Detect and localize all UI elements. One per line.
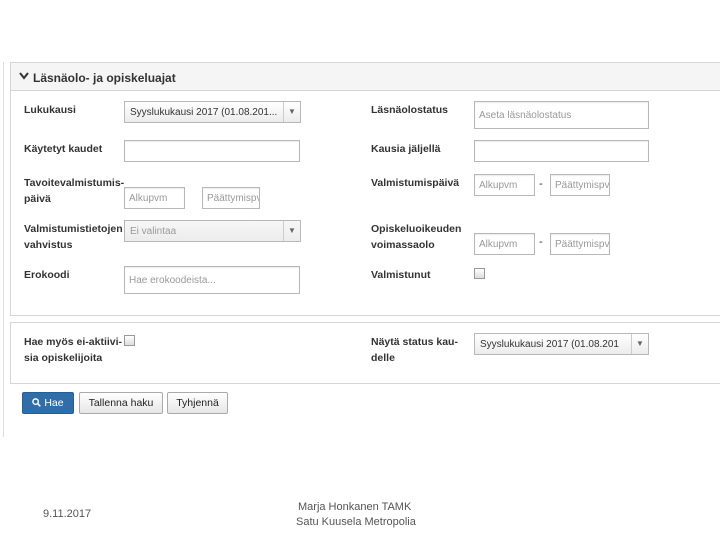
chevron-down-icon: ▼	[283, 221, 300, 241]
footer-author-1: Marja Honkanen TAMK	[298, 501, 412, 513]
opiskeluoikeus-start-input[interactable]: Alkupvm	[474, 233, 535, 255]
valmistunut-checkbox[interactable]	[474, 268, 485, 279]
valmistumispaiva-end-input[interactable]: Päättymispv	[550, 174, 610, 196]
hae-ei-aktiivisia-label: Hae myös ei-aktiivi- sia opiskelijoita	[24, 334, 122, 366]
label-line: Hae myös ei-aktiivi-	[24, 336, 123, 348]
tavoite-start-date-input[interactable]: Alkupvm	[124, 187, 185, 209]
label-line: Valmistumistietojen	[24, 223, 123, 235]
label-line: voimassaolo	[371, 239, 435, 251]
kausia-jaljella-label: Kausia jäljellä	[371, 143, 441, 155]
panel-header[interactable]: Läsnäolo- ja opiskeluajat	[10, 62, 720, 92]
kausia-jaljella-input[interactable]	[474, 140, 649, 162]
footer-date: 9.11.2017	[43, 508, 92, 520]
chevron-down-icon: ▼	[283, 102, 300, 122]
erokoodi-label: Erokoodi	[24, 269, 70, 281]
label-line: vahvistus	[24, 239, 73, 251]
valmistunut-label: Valmistunut	[371, 269, 431, 281]
chevron-down-icon	[19, 72, 29, 80]
lukukausi-value: Syyslukukausi 2017 (01.08.201...	[130, 107, 278, 118]
save-search-button[interactable]: Tallenna haku	[79, 392, 163, 414]
date-range-dash: -	[539, 236, 543, 248]
label-line: sia opiskelijoita	[24, 352, 103, 364]
footer-author-2: Satu Kuusela Metropolia	[296, 516, 416, 528]
panel-title: Läsnäolo- ja opiskeluajat	[33, 71, 176, 85]
opiskeluoikeus-end-input[interactable]: Päättymispv	[550, 233, 610, 255]
erokoodi-search-input[interactable]: Hae erokoodeista...	[124, 266, 300, 294]
valmistumistietojen-vahvistus-label: Valmistumistietojen vahvistus	[24, 221, 123, 253]
search-button[interactable]: Hae	[22, 392, 74, 414]
label-line: Näytä status kau-	[371, 336, 458, 348]
status-semester-value: Syyslukukausi 2017 (01.08.201	[480, 339, 619, 350]
valmistumispaiva-label: Valmistumispäivä	[371, 177, 460, 189]
search-button-label: Hae	[44, 397, 64, 409]
valmistumistiedot-select[interactable]: Ei valintaa ▼	[124, 220, 301, 242]
opiskeluoikeuden-voimassaolo-label: Opiskeluoikeuden voimassaolo	[371, 221, 461, 253]
kaytetyt-kaudet-label: Käytetyt kaudet	[24, 143, 103, 155]
lukukausi-label: Lukukausi	[24, 104, 76, 116]
tavoitevalmistumispaiva-label: Tavoitevalmistumis- päivä	[24, 175, 124, 207]
nayta-status-label: Näytä status kau- delle	[371, 334, 458, 366]
date-range-dash: -	[539, 178, 543, 190]
inactive-students-checkbox[interactable]	[124, 335, 135, 346]
lasnaolostatus-label: Läsnäolostatus	[371, 104, 449, 116]
label-line: päivä	[24, 193, 51, 205]
kaytetyt-kaudet-input[interactable]	[124, 140, 300, 162]
left-border-line	[3, 62, 4, 437]
valmistumispaiva-start-input[interactable]: Alkupvm	[474, 174, 535, 196]
lasnaolostatus-input[interactable]: Aseta läsnäolostatus	[474, 101, 649, 129]
status-semester-select[interactable]: Syyslukukausi 2017 (01.08.201 ▼	[474, 333, 649, 355]
search-icon	[32, 398, 42, 407]
tavoite-end-date-input[interactable]: Päättymispv	[202, 187, 260, 209]
lukukausi-select[interactable]: Syyslukukausi 2017 (01.08.201... ▼	[124, 101, 301, 123]
valmistumistiedot-value: Ei valintaa	[130, 226, 177, 237]
chevron-down-icon: ▼	[631, 334, 648, 354]
label-line: delle	[371, 352, 395, 364]
clear-button[interactable]: Tyhjennä	[167, 392, 228, 414]
label-line: Opiskeluoikeuden	[371, 223, 462, 235]
label-line: Tavoitevalmistumis-	[24, 177, 125, 189]
